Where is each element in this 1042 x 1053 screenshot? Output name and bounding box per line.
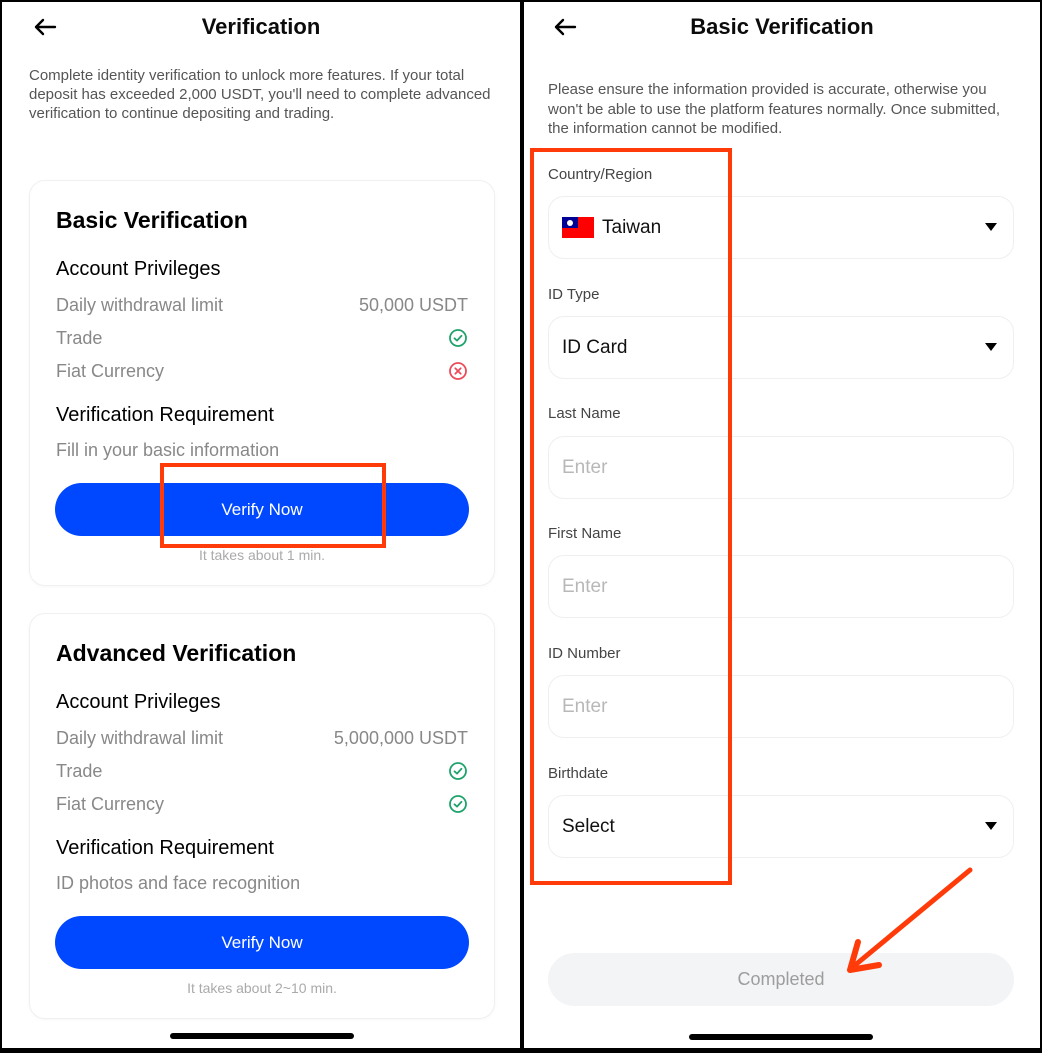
privilege-label: Daily withdrawal limit [56, 727, 224, 748]
privilege-label: Fiat Currency [56, 360, 165, 381]
caret-down-icon [985, 343, 997, 351]
advanced-verification-card: Advanced Verification Account Privileges… [29, 613, 495, 1019]
privilege-row: Daily withdrawal limit 50,000 USDT [56, 293, 468, 317]
requirement-text: Fill in your basic information [56, 440, 280, 460]
privileges-title: Account Privileges [56, 258, 221, 280]
home-indicator [689, 1034, 873, 1040]
privilege-label: Fiat Currency [56, 793, 165, 814]
annotation-highlight-box [160, 463, 386, 548]
page-title: Verification [201, 14, 321, 39]
check-icon [449, 762, 467, 780]
annotation-arrow-icon [847, 867, 973, 973]
intro-text: Complete identity verification to unlock… [29, 67, 491, 122]
time-note: It takes about 2~10 min. [187, 980, 337, 996]
privilege-label: Trade [56, 327, 103, 348]
check-icon [449, 795, 467, 813]
header: Basic Verification [524, 2, 1040, 52]
card-title: Advanced Verification [56, 640, 297, 666]
requirement-title: Verification Requirement [56, 837, 274, 859]
page-title: Basic Verification [690, 14, 874, 39]
privilege-row: Trade [56, 326, 468, 350]
requirement-title: Verification Requirement [56, 404, 274, 426]
privilege-value: 50,000 USDT [358, 294, 468, 315]
privilege-value: 5,000,000 USDT [333, 727, 468, 748]
verify-now-button-advanced[interactable]: Verify Now [55, 916, 469, 969]
card-title: Basic Verification [56, 207, 248, 233]
home-indicator [170, 1033, 354, 1039]
caret-down-icon [985, 223, 997, 231]
basic-verification-screen: Basic Verification Please ensure the inf… [524, 2, 1040, 1048]
privilege-row: Trade [56, 759, 468, 783]
privilege-row: Daily withdrawal limit 5,000,000 USDT [56, 726, 468, 750]
caret-down-icon [985, 822, 997, 830]
check-icon [449, 329, 467, 347]
intro-text: Please ensure the information provided i… [548, 81, 1000, 137]
verification-screen: Verification Complete identity verificat… [2, 2, 520, 1048]
privilege-row: Fiat Currency [56, 359, 468, 383]
privileges-title: Account Privileges [56, 691, 221, 713]
requirement-text: ID photos and face recognition [56, 873, 301, 893]
header: Verification [2, 2, 520, 52]
cross-icon [449, 362, 467, 380]
privilege-row: Fiat Currency [56, 792, 468, 816]
annotation-highlight-box [530, 148, 732, 885]
privilege-label: Trade [56, 760, 103, 781]
privilege-label: Daily withdrawal limit [56, 294, 224, 315]
time-note: It takes about 1 min. [198, 547, 326, 563]
